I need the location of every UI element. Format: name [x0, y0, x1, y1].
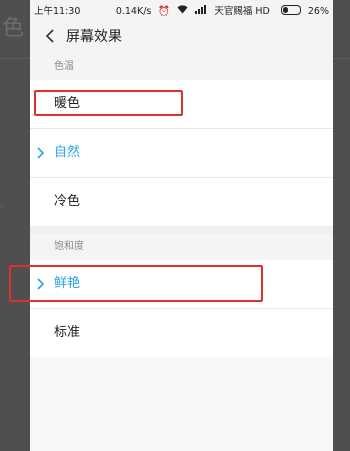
selected-chevron-icon — [37, 147, 45, 159]
battery-percent: 26% — [307, 6, 329, 17]
section-header-saturation: 饱和度 — [30, 234, 333, 260]
background-title: 色 — [2, 16, 25, 41]
highlight-box-vivid — [9, 265, 263, 302]
status-right: 0.14K/s ⏰ 天官赐福 HD 26% — [112, 3, 329, 17]
page-title: 屏幕效果 — [66, 29, 122, 45]
network-speed: 0.14K/s — [115, 6, 152, 17]
wifi-icon — [177, 5, 191, 17]
carrier-name: 天官赐福 HD — [214, 6, 270, 17]
status-time: 上午11:30 — [34, 6, 81, 17]
highlight-box-warm — [34, 90, 183, 116]
back-arrow-icon[interactable] — [42, 27, 60, 45]
option-natural[interactable]: 自然 — [30, 129, 333, 178]
option-label: 标准 — [54, 325, 81, 340]
screen: 色 · 上午11:30 0.14K/s ⏰ 天官赐福 HD 26% 屏幕效果 色… — [0, 0, 350, 451]
background-mark: · — [0, 200, 4, 214]
settings-panel: 上午11:30 0.14K/s ⏰ 天官赐福 HD 26% 屏幕效果 色温 暖色… — [30, 0, 333, 451]
option-label: 冷色 — [54, 194, 81, 209]
alarm-icon: ⏰ — [158, 6, 171, 17]
signal-icon — [195, 5, 210, 17]
section-gap — [30, 226, 333, 234]
option-cool[interactable]: 冷色 — [30, 178, 333, 226]
status-bar: 上午11:30 0.14K/s ⏰ 天官赐福 HD 26% — [30, 0, 333, 18]
option-label: 自然 — [54, 145, 81, 160]
title-bar: 屏幕效果 — [30, 18, 333, 54]
option-standard[interactable]: 标准 — [30, 309, 333, 357]
battery-icon — [277, 5, 301, 17]
section-header-color-temperature: 色温 — [30, 54, 333, 80]
